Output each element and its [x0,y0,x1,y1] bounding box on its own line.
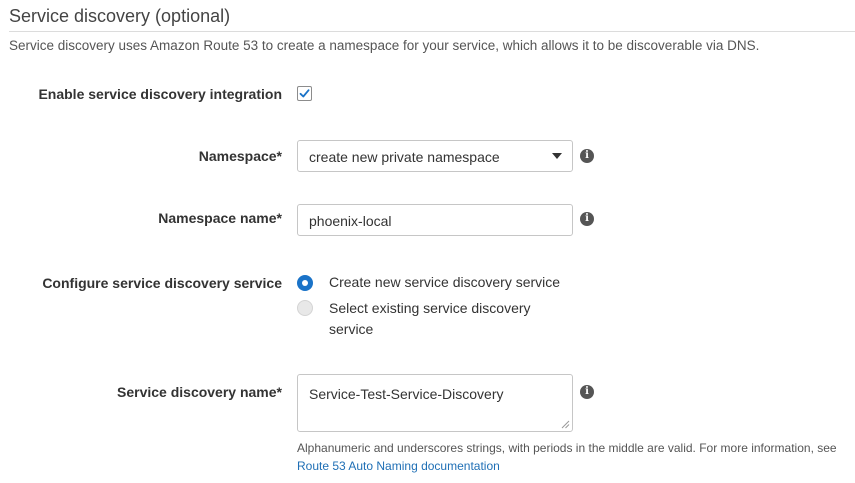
radio-select-existing-label-line1: Select existing service discovery [329,300,531,316]
enable-service-discovery-checkbox[interactable] [297,86,312,101]
checkmark-icon [299,89,310,98]
help-text: Alphanumeric and underscores strings, wi… [297,441,837,455]
namespace-name-value: phoenix-local [309,213,392,229]
service-discovery-name-textarea[interactable]: Service-Test-Service-Discovery [297,374,573,432]
info-icon[interactable]: i [580,385,594,399]
configure-service-label: Configure service discovery service [42,275,282,291]
section-description: Service discovery uses Amazon Route 53 t… [9,38,760,53]
namespace-select[interactable]: create new private namespace [297,140,573,172]
section-title: Service discovery (optional) [9,6,231,26]
namespace-name-label: Namespace name* [158,210,282,226]
resize-grip-icon[interactable] [561,420,570,429]
service-discovery-name-label: Service discovery name* [117,384,282,400]
namespace-label: Namespace* [198,148,282,164]
enable-service-discovery-label: Enable service discovery integration [38,86,282,102]
title-divider [9,31,855,32]
radio-select-existing-label[interactable]: Select existing service discovery servic… [329,298,531,340]
caret-down-icon [552,153,562,159]
info-icon[interactable]: i [580,149,594,163]
info-icon[interactable]: i [580,212,594,226]
route53-docs-link[interactable]: Route 53 Auto Naming documentation [297,459,500,473]
radio-create-new[interactable] [297,275,313,291]
radio-select-existing[interactable] [297,300,313,316]
namespace-selected-value: create new private namespace [309,149,500,165]
radio-select-existing-label-line2: service [329,321,374,337]
service-discovery-name-value: Service-Test-Service-Discovery [309,386,504,402]
namespace-name-input[interactable]: phoenix-local [297,204,573,236]
radio-create-new-label[interactable]: Create new service discovery service [329,272,560,293]
